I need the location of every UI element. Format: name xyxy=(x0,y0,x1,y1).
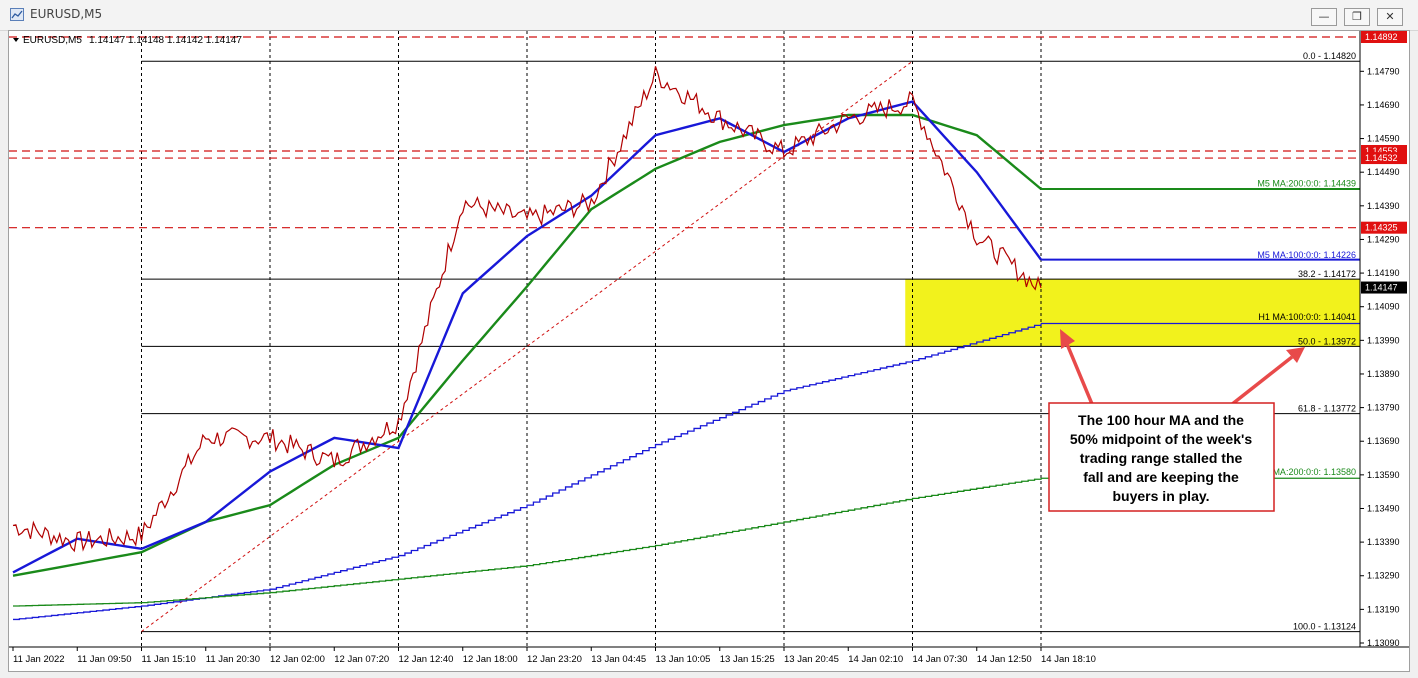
time-tick-label: 11 Jan 15:10 xyxy=(142,654,196,665)
close-button[interactable]: ✕ xyxy=(1377,8,1403,26)
time-tick-label: 11 Jan 20:30 xyxy=(206,654,260,665)
time-tick-label: 12 Jan 07:20 xyxy=(334,654,389,665)
fib-level-label: 50.0 - 1.13972 xyxy=(1298,336,1356,346)
horizontal-levels-layer xyxy=(9,36,1360,229)
moving-average-label: H1 MA:100:0:0: 1.14041 xyxy=(1258,312,1356,322)
chart-header: EURUSD,M5 1.14147 1.14148 1.14142 1.1414… xyxy=(13,35,242,46)
annotation-arrow-right xyxy=(1229,355,1294,407)
time-tick-label: 12 Jan 18:00 xyxy=(463,654,518,665)
price-tick-label: 1.13090 xyxy=(1367,638,1400,648)
time-tick-label: 12 Jan 23:20 xyxy=(527,654,582,665)
time-tick-label: 11 Jan 09:50 xyxy=(77,654,131,665)
time-tick-label: 13 Jan 15:25 xyxy=(720,654,775,665)
price-tick-label: 1.14190 xyxy=(1367,268,1400,278)
moving-average-label: MA:200:0:0: 1.13580 xyxy=(1272,467,1356,477)
time-tick-label: 12 Jan 12:40 xyxy=(399,654,454,665)
chart-ohlc: 1.14147 1.14148 1.14142 1.14147 xyxy=(89,35,242,46)
annotation-line-5: buyers in play. xyxy=(1113,488,1210,504)
chart-area[interactable]: 0.0 - 1.14820 38.2 - 1.14172 50.0 - 1.1397… xyxy=(8,30,1410,672)
chart-window-icon xyxy=(10,8,24,21)
moving-average-label: M5 MA:100:0:0: 1.14226 xyxy=(1257,250,1356,260)
chart-symbol: EURUSD,M5 xyxy=(23,35,82,46)
time-tick-label: 14 Jan 07:30 xyxy=(913,654,968,665)
title-bar[interactable]: EURUSD,M5 — ❐ ✕ xyxy=(0,0,1418,31)
level-price-tag: 1.14532 xyxy=(1365,153,1398,163)
annotation-line-2: 50% midpoint of the week's xyxy=(1070,431,1252,447)
annotation-line-3: trading range stalled the xyxy=(1080,450,1243,466)
price-tick-label: 1.14290 xyxy=(1367,234,1400,244)
price-tick-label: 1.14390 xyxy=(1367,201,1400,211)
price-tick-label: 1.13790 xyxy=(1367,403,1400,413)
restore-button[interactable]: ❐ xyxy=(1344,8,1370,26)
terminal-window: EURUSD,M5 — ❐ ✕ 0.0 - 1.14820 38.2 - 1.14… xyxy=(0,0,1418,678)
level-price-tag: 1.14892 xyxy=(1365,32,1398,42)
price-tick-label: 1.13490 xyxy=(1367,503,1400,513)
time-tick-label: 14 Jan 12:50 xyxy=(977,654,1032,665)
annotation-line-1: The 100 hour MA and the xyxy=(1078,412,1244,428)
moving-average-label: M5 MA:200:0:0: 1.14439 xyxy=(1257,178,1356,188)
price-tick-label: 1.14790 xyxy=(1367,66,1400,76)
price-tick-label: 1.14090 xyxy=(1367,302,1400,312)
fib-level-label: 100.0 - 1.13124 xyxy=(1293,622,1356,632)
price-tick-label: 1.13890 xyxy=(1367,369,1400,379)
minimize-button[interactable]: — xyxy=(1311,8,1337,26)
time-tick-label: 14 Jan 02:10 xyxy=(848,654,903,665)
time-axis-ticks: 11 Jan 2022 11 Jan 09:50 11 Jan 15:10 11 Ja… xyxy=(12,647,1096,665)
time-tick-label: 13 Jan 04:45 xyxy=(591,654,646,665)
time-tick-label: 13 Jan 20:45 xyxy=(784,654,839,665)
price-tick-label: 1.13590 xyxy=(1367,470,1400,480)
annotation-line-4: fall and are keeping the xyxy=(1083,469,1239,485)
price-tick-label: 1.13390 xyxy=(1367,537,1400,547)
current-price-tag: 1.14147 xyxy=(1365,283,1398,293)
price-tick-label: 1.13690 xyxy=(1367,436,1400,446)
time-tick-label: 14 Jan 18:10 xyxy=(1041,654,1096,665)
moving-average-layer: M5 MA:200:0:0: 1.14439 M5 MA:100:0:0: 1.1… xyxy=(12,100,1360,621)
time-tick-label: 12 Jan 02:00 xyxy=(270,654,325,665)
price-chart[interactable]: 0.0 - 1.14820 38.2 - 1.14172 50.0 - 1.1397… xyxy=(9,31,1409,671)
dropdown-triangle-icon xyxy=(13,38,19,42)
price-tick-label: 1.13290 xyxy=(1367,571,1400,581)
window-title: EURUSD,M5 xyxy=(30,7,103,21)
time-tick-label: 11 Jan 2022 xyxy=(13,654,65,665)
price-tick-label: 1.14490 xyxy=(1367,167,1400,177)
level-price-tag: 1.14325 xyxy=(1365,223,1398,233)
price-tick-label: 1.13990 xyxy=(1367,335,1400,345)
fib-level-label: 38.2 - 1.14172 xyxy=(1298,269,1356,279)
price-tick-label: 1.14590 xyxy=(1367,134,1400,144)
annotation-layer: The 100 hour MA and the 50% midpoint of … xyxy=(1048,329,1305,512)
fib-level-label: 61.8 - 1.13772 xyxy=(1298,404,1356,414)
price-tick-label: 1.14690 xyxy=(1367,100,1400,110)
price-tick-label: 1.13190 xyxy=(1367,604,1400,614)
time-tick-label: 13 Jan 10:05 xyxy=(656,654,711,665)
fib-level-label: 0.0 - 1.14820 xyxy=(1303,51,1356,61)
